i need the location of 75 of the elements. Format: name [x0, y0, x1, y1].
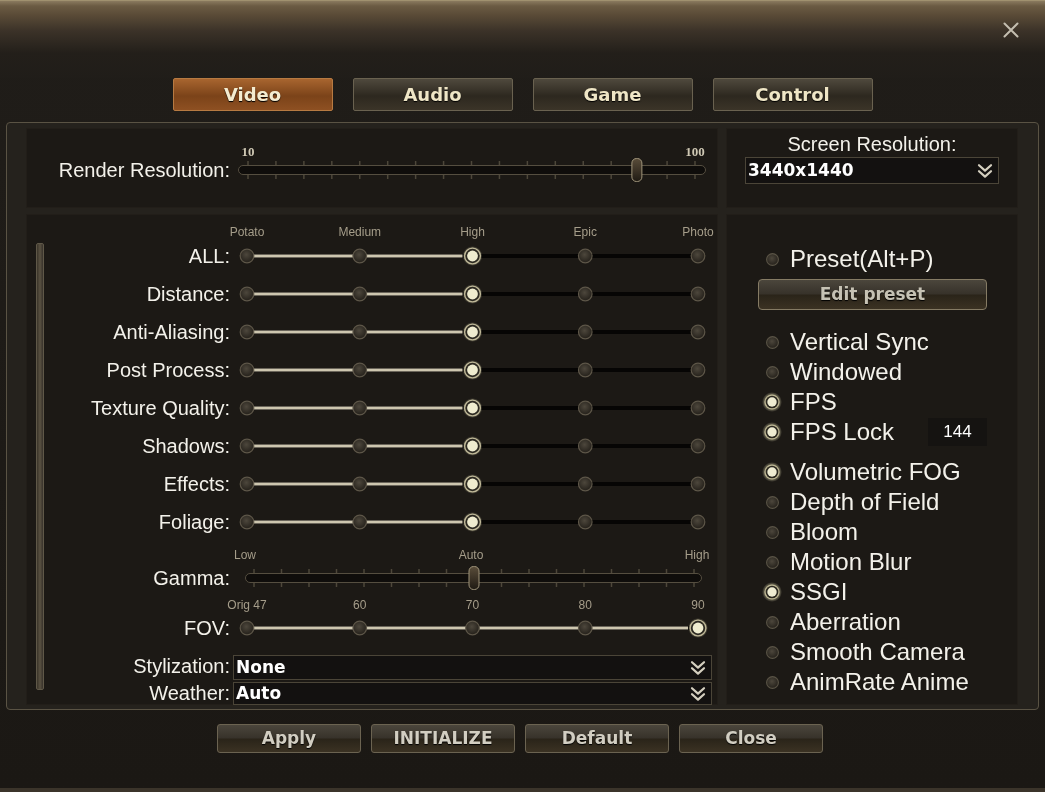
scale-label: Orig 47 — [227, 598, 267, 612]
setting-label: Foliage: — [157, 510, 230, 534]
scale-label: 60 — [353, 598, 367, 612]
slider-track[interactable] — [245, 565, 702, 591]
scale-label: High — [684, 548, 710, 562]
slider-thumb[interactable] — [462, 284, 483, 304]
slider-thumb[interactable] — [462, 398, 483, 418]
toggle-option[interactable]: Smooth Camera — [762, 637, 965, 667]
toggle-option[interactable]: FPS — [762, 387, 837, 417]
double-chevron-icon — [690, 685, 706, 702]
action-button[interactable]: Apply — [217, 724, 361, 753]
toggle-option[interactable]: Depth of Field — [762, 487, 940, 517]
toggle-option[interactable]: SSGI — [762, 577, 848, 607]
setting-label: Gamma: — [152, 566, 230, 591]
setting-label: FOV: — [183, 616, 230, 640]
action-button[interactable]: Default — [525, 724, 669, 753]
action-button[interactable]: INITIALIZE — [371, 724, 515, 753]
double-chevron-icon — [977, 162, 993, 179]
tab[interactable]: Game — [532, 78, 693, 111]
scale-label: Low — [234, 548, 256, 562]
scale-label: High — [460, 225, 485, 239]
slider-track[interactable] — [238, 616, 710, 640]
toggle-option[interactable]: Volumetric FOG — [762, 457, 961, 487]
toggle-option[interactable]: Bloom — [762, 517, 859, 547]
scale-label: Auto — [458, 548, 484, 562]
setting-label: Effects: — [162, 472, 230, 496]
setting-label: Post Process: — [105, 358, 230, 382]
action-button[interactable]: Close — [679, 724, 823, 753]
tab[interactable]: Control — [712, 78, 873, 111]
close-button[interactable] — [1003, 22, 1019, 38]
setting-label: ALL: — [187, 244, 230, 268]
toggle-option[interactable]: Windowed — [762, 357, 903, 387]
scrollbar[interactable] — [36, 243, 44, 690]
tab[interactable]: Video — [172, 78, 333, 111]
scale-label: 80 — [578, 598, 592, 612]
slider-thumb[interactable] — [462, 512, 483, 532]
slider-thumb[interactable] — [462, 246, 483, 266]
setting-label: Screen Resolution: — [786, 133, 958, 155]
setting-label: Distance: — [145, 282, 230, 306]
setting-label: Texture Quality: — [90, 396, 230, 420]
scale-label: Medium — [338, 225, 382, 239]
scale-label: 90 — [691, 598, 705, 612]
scale-label: Photo — [682, 225, 714, 239]
scale-label: Potato — [229, 225, 265, 239]
setting-label: Render Resolution: — [57, 158, 230, 183]
scale-label: 10 — [241, 144, 255, 159]
toggle-option[interactable]: Vertical Sync — [762, 327, 929, 357]
close-icon — [1003, 22, 1019, 38]
setting-label: Stylization: — [132, 655, 230, 679]
slider-track[interactable] — [238, 157, 706, 183]
slider-thumb[interactable] — [631, 158, 643, 182]
toggle-option[interactable]: Motion Blur — [762, 547, 912, 577]
dropdown[interactable]: 3440x1440 — [745, 157, 999, 184]
toggle-option[interactable]: FPS Lock — [762, 417, 895, 447]
scale-label: 100 — [685, 144, 705, 159]
tab[interactable]: Audio — [352, 78, 513, 111]
toggle-option[interactable]: Aberration — [762, 607, 901, 637]
double-chevron-icon — [690, 659, 706, 676]
scale-label: 70 — [465, 598, 480, 612]
slider-thumb[interactable] — [468, 566, 480, 590]
edit-preset-button[interactable]: Edit preset — [758, 279, 987, 310]
setting-label: Weather: — [148, 682, 230, 705]
setting-label: Anti-Aliasing: — [112, 320, 230, 344]
toggle-option[interactable]: Preset(Alt+P) — [762, 244, 934, 274]
slider-thumb[interactable] — [462, 322, 483, 342]
toggle-option[interactable]: AnimRate Anime — [762, 667, 969, 697]
slider-thumb[interactable] — [688, 618, 708, 638]
setting-label: Shadows: — [141, 434, 230, 458]
slider-thumb[interactable] — [462, 474, 483, 494]
dropdown[interactable]: Auto — [233, 682, 712, 705]
slider-thumb[interactable] — [462, 360, 483, 380]
dropdown[interactable]: None — [233, 655, 712, 680]
slider-thumb[interactable] — [462, 436, 483, 456]
value-field[interactable]: 144 — [928, 418, 987, 446]
scale-label: Epic — [573, 225, 597, 239]
